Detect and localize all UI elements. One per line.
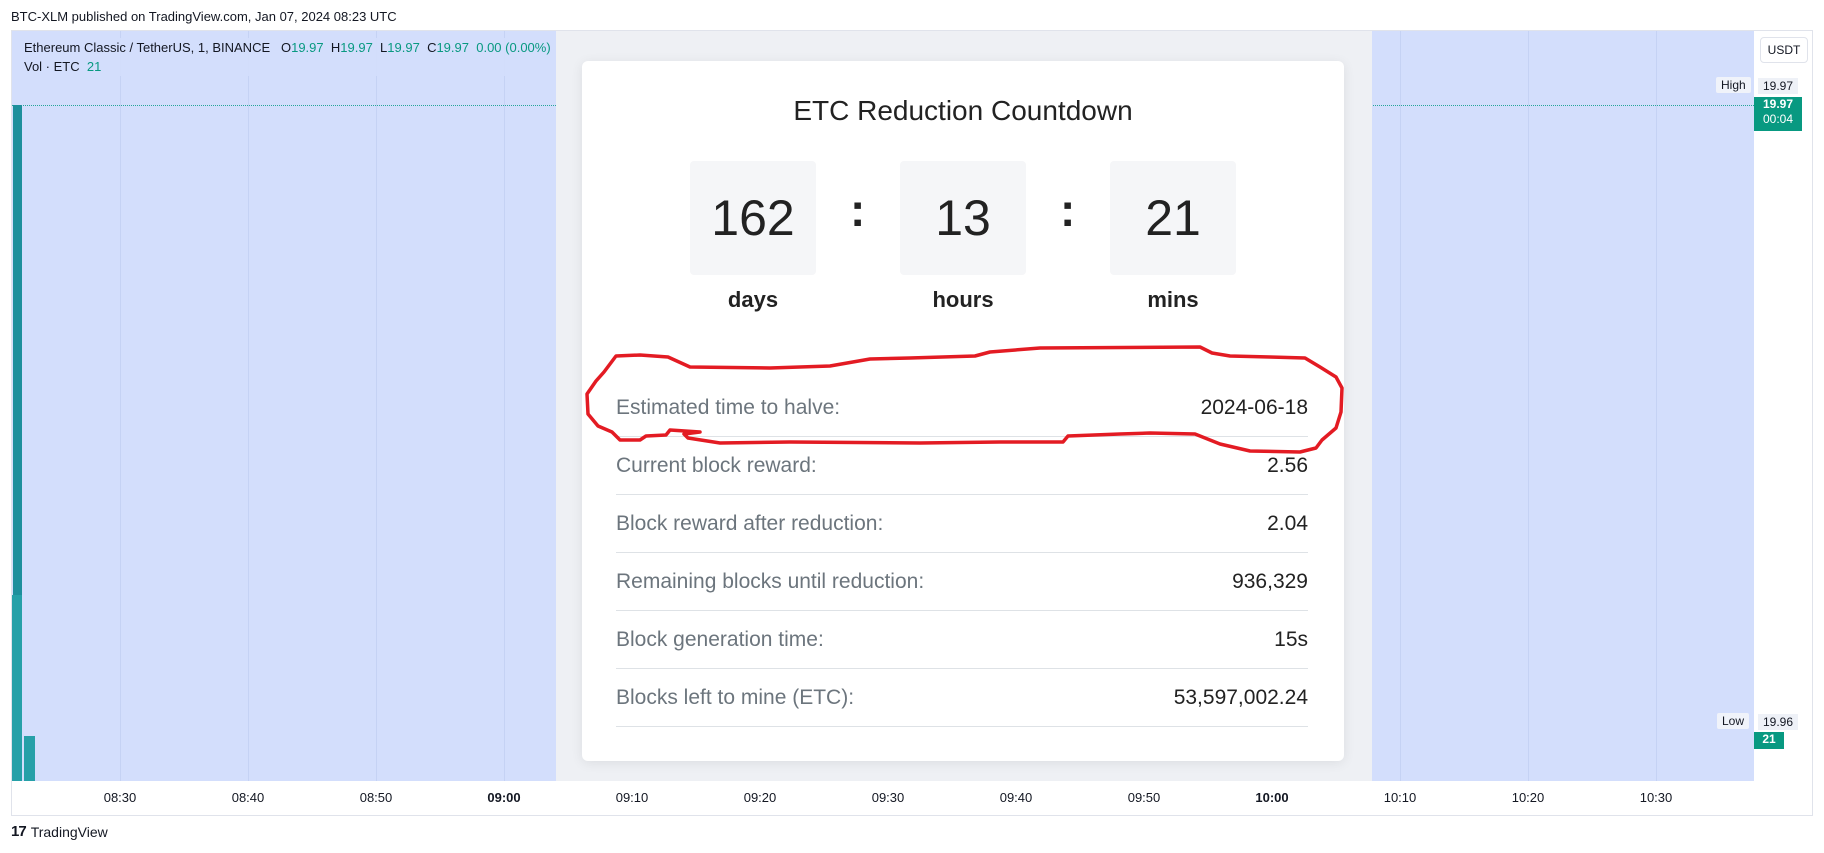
volume-label: Vol · ETC	[24, 59, 80, 74]
grid-line	[1528, 31, 1529, 781]
time-tick: 09:40	[999, 790, 1033, 805]
last-price-tag: 19.97 00:04	[1754, 97, 1802, 131]
tradingview-brand: TradingView	[30, 823, 108, 840]
high-tag-label: High	[1716, 77, 1751, 93]
time-tick: 10:00	[1255, 790, 1289, 805]
time-tick: 09:50	[1127, 790, 1161, 805]
stat-value: 2.04	[1267, 511, 1308, 535]
volume-tag: 21	[1754, 732, 1784, 749]
countdown-separator: :	[1060, 184, 1076, 236]
stat-label: Block generation time:	[616, 627, 824, 651]
grid-line	[248, 31, 249, 781]
stat-row: Block reward after reduction: 2.04	[616, 495, 1308, 553]
high-label: H	[330, 40, 341, 55]
currency-button[interactable]: USDT	[1760, 37, 1808, 63]
volume-bar	[24, 736, 35, 781]
stat-label: Remaining blocks until reduction:	[616, 569, 925, 593]
time-tick: 09:30	[871, 790, 905, 805]
chart-legend: Ethereum Classic / TetherUS, 1, BINANCE …	[20, 38, 555, 76]
time-tick: 09:00	[487, 790, 521, 805]
stat-value: 2.56	[1267, 453, 1308, 477]
countdown-separator: :	[850, 184, 866, 236]
reduction-stats: Estimated time to halve: 2024-06-18 Curren…	[616, 379, 1308, 727]
high-value: 19.97	[340, 40, 373, 55]
close-value: 19.97	[436, 40, 469, 55]
time-tick: 08:30	[103, 790, 137, 805]
stat-label: Block reward after reduction:	[616, 511, 884, 535]
hours-label: hours	[932, 287, 994, 312]
open-label: O	[280, 40, 292, 55]
tradingview-logo-icon: 17	[11, 823, 27, 840]
time-tick: 10:30	[1639, 790, 1673, 805]
time-tick: 10:10	[1383, 790, 1417, 805]
stat-row: Estimated time to halve: 2024-06-18	[616, 379, 1308, 437]
stat-value: 936,329	[1232, 569, 1308, 593]
stat-row: Block generation time: 15s	[616, 611, 1308, 669]
grid-line	[1656, 31, 1657, 781]
grid-line	[504, 31, 505, 781]
time-tick: 08:50	[359, 790, 393, 805]
stat-label: Current block reward:	[616, 453, 817, 477]
card-title: ETC Reduction Countdown	[793, 95, 1133, 126]
grid-line	[1400, 31, 1401, 781]
low-value: 19.97	[387, 40, 420, 55]
grid-line	[376, 31, 377, 781]
grid-line	[120, 31, 121, 781]
symbol-name[interactable]: Ethereum Classic / TetherUS, 1, BINANCE	[24, 40, 270, 55]
hours-box: 13	[900, 161, 1026, 275]
stat-label: Estimated time to halve:	[616, 395, 841, 419]
mins-box: 21	[1110, 161, 1236, 275]
time-tick: 09:10	[615, 790, 649, 805]
stat-row: Remaining blocks until reduction: 936,329	[616, 553, 1308, 611]
time-tick: 08:40	[231, 790, 265, 805]
volume-value: 21	[86, 59, 102, 74]
tradingview-logo[interactable]: 17 TradingView	[11, 823, 108, 840]
mins-label: mins	[1147, 287, 1199, 312]
low-tag-label: Low	[1717, 713, 1750, 729]
days-box: 162	[690, 161, 816, 275]
open-value: 19.97	[291, 40, 324, 55]
low-tag-value: 19.96	[1758, 714, 1799, 730]
change-value: 0.00 (0.00%)	[476, 40, 551, 55]
stat-value: 15s	[1274, 627, 1308, 651]
stat-value: 2024-06-18	[1200, 395, 1308, 419]
stat-row: Current block reward: 2.56	[616, 437, 1308, 495]
stat-label: Blocks left to mine (ETC):	[616, 685, 855, 709]
last-price-value: 19.97	[1762, 97, 1794, 111]
high-tag-value: 19.97	[1758, 78, 1799, 94]
days-label: days	[727, 287, 779, 312]
time-tick: 09:20	[743, 790, 777, 805]
time-tick: 10:20	[1511, 790, 1545, 805]
volume-bar	[12, 595, 22, 781]
time-axis[interactable]: 08:30 08:40 08:50 09:00 09:10 09:20 09:30 09:40…	[12, 781, 1754, 815]
bar-countdown: 00:04	[1762, 112, 1794, 126]
price-axis[interactable]	[1754, 31, 1812, 781]
published-line: BTC-XLM published on TradingView.com, Ja…	[11, 9, 397, 24]
stat-value: 53,597,002.24	[1173, 685, 1308, 709]
stat-row: Blocks left to mine (ETC): 53,597,002.24	[616, 669, 1308, 727]
countdown-card: ETC Reduction Countdown 162 : 13 : 21 da…	[582, 61, 1344, 761]
